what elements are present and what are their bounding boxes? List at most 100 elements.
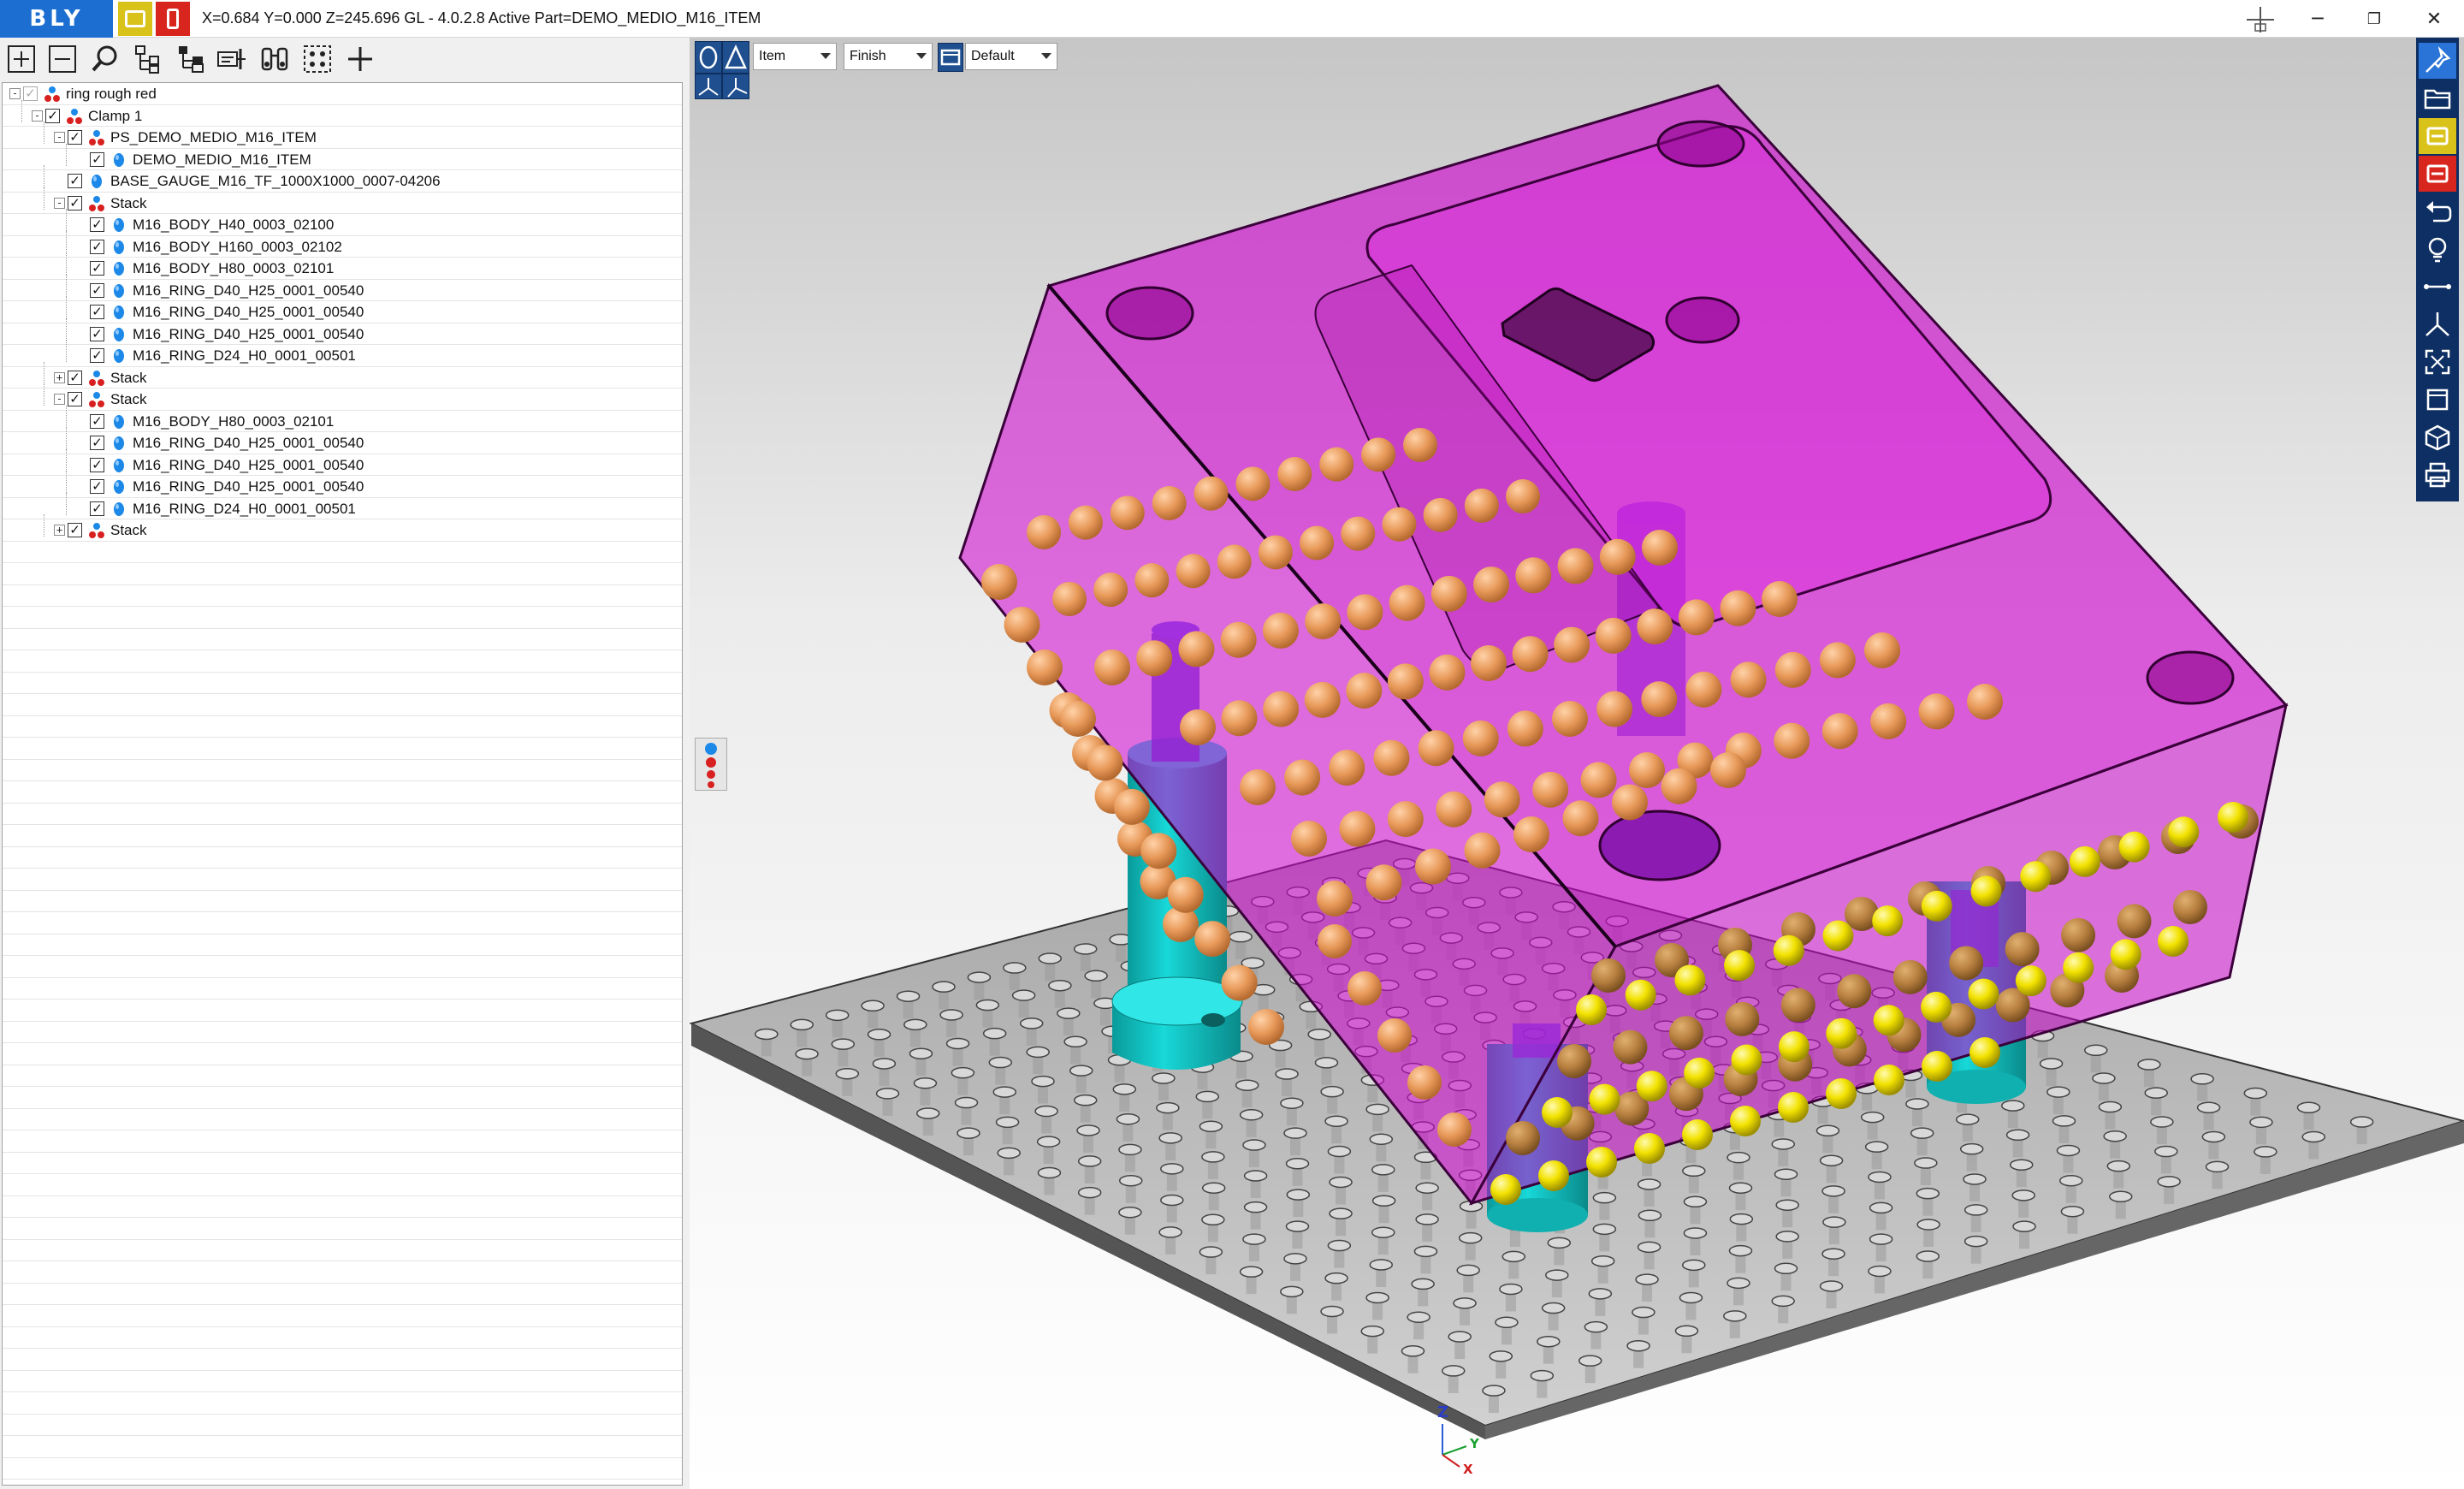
probe-sphere	[1595, 617, 1632, 654]
visibility-checkbox[interactable]: ✓	[23, 86, 38, 101]
visibility-checkbox[interactable]: ✓	[68, 174, 82, 188]
visibility-checkbox[interactable]: ✓	[68, 370, 82, 385]
tree-row[interactable]: ✓ M16_BODY_H80_0003_02101	[3, 405, 682, 432]
pin-button[interactable]	[2419, 43, 2456, 79]
wireframe-button[interactable]	[722, 41, 749, 74]
search-icon	[92, 45, 117, 72]
view-style-select[interactable]: Default	[965, 43, 1057, 70]
visibility-checkbox[interactable]: ✓	[90, 501, 104, 516]
view-side-button[interactable]	[722, 74, 749, 99]
tree-row[interactable]: ✓ DEMO_MEDIO_M16_ITEM	[3, 143, 682, 170]
collapse-icon[interactable]: -	[54, 197, 65, 209]
yellow-toggle-button[interactable]	[2419, 118, 2456, 154]
visibility-checkbox[interactable]: ✓	[68, 130, 82, 145]
print-button[interactable]	[2419, 457, 2456, 493]
tree-row[interactable]: ✓ M16_RING_D40_H25_0001_00540	[3, 274, 682, 301]
tree-connector	[66, 274, 67, 297]
tree-structure-button[interactable]	[130, 41, 166, 77]
visibility-checkbox[interactable]: ✓	[90, 282, 104, 298]
tree-row[interactable]: ✓ M16_BODY_H40_0003_02100	[3, 209, 682, 236]
tree-row[interactable]: ✓ BASE_GAUGE_M16_TF_1000X1000_0007-04206	[3, 165, 682, 193]
add-button[interactable]	[342, 41, 378, 77]
item-select[interactable]: Item	[753, 43, 837, 70]
visibility-checkbox[interactable]: ✓	[90, 413, 104, 429]
cube-view-button[interactable]	[2419, 419, 2456, 455]
shading-button[interactable]	[695, 41, 722, 74]
workpiece-hole	[1665, 296, 1740, 344]
finish-select[interactable]: Finish	[844, 43, 933, 70]
expand-icon[interactable]: +	[54, 371, 65, 383]
expand-icon[interactable]: +	[54, 525, 65, 536]
window-button[interactable]	[2419, 382, 2456, 418]
search-button[interactable]	[87, 41, 123, 77]
visibility-checkbox[interactable]: ✓	[90, 436, 104, 450]
red-mode-button[interactable]	[156, 2, 190, 36]
tree-row[interactable]: - ✓ PS_DEMO_MEDIO_M16_ITEM	[3, 122, 682, 149]
visibility-checkbox[interactable]: ✓	[90, 457, 104, 472]
tree-row[interactable]: ✓ M16_RING_D40_H25_0001_00540	[3, 317, 682, 345]
visibility-checkbox[interactable]: ✓	[90, 217, 104, 232]
open-button[interactable]	[2419, 80, 2456, 116]
collapse-icon[interactable]: -	[32, 110, 43, 122]
tree-row[interactable]: ✓ M16_RING_D24_H0_0001_00501	[3, 340, 682, 367]
scene-canvas[interactable]	[690, 38, 2464, 1489]
tree-row[interactable]: + ✓ Stack	[3, 514, 682, 542]
visibility-checkbox[interactable]: ✓	[90, 326, 104, 341]
yellow-mode-button[interactable]	[118, 2, 152, 36]
minimize-button[interactable]: ─	[2289, 0, 2346, 38]
tree-row[interactable]: ✓ M16_BODY_H80_0003_02101	[3, 252, 682, 280]
tree-move-button[interactable]	[214, 41, 250, 77]
close-button[interactable]: ✕	[2406, 0, 2462, 38]
3d-viewport[interactable]: Z Y X	[690, 38, 2464, 1489]
measure-button[interactable]	[2419, 269, 2456, 305]
collapse-icon[interactable]: -	[54, 394, 65, 405]
maximize-button[interactable]: ❐	[2346, 0, 2402, 38]
probe-sphere	[1136, 640, 1173, 677]
tree-row[interactable]: ✓ M16_RING_D24_H0_0001_00501	[3, 492, 682, 519]
part-stack-toggle[interactable]	[695, 738, 727, 791]
collapse-icon[interactable]: -	[9, 88, 21, 99]
tree-row[interactable]: - ✓ Clamp 1	[3, 99, 682, 127]
expand-all-button[interactable]	[3, 41, 39, 77]
visibility-checkbox[interactable]: ✓	[90, 239, 104, 254]
probe-sphere	[1060, 701, 1096, 737]
probe-sphere	[1819, 642, 1856, 679]
binoculars-button[interactable]	[257, 41, 293, 77]
light-button[interactable]	[2419, 231, 2456, 267]
tree-row[interactable]: - ✓ Stack	[3, 187, 682, 214]
pin-icon	[2426, 46, 2451, 73]
display-button[interactable]	[938, 43, 963, 72]
visibility-checkbox[interactable]: ✓	[90, 305, 104, 319]
collapse-icon[interactable]: -	[54, 132, 65, 143]
tree-row[interactable]: + ✓ Stack	[3, 361, 682, 389]
visibility-checkbox[interactable]: ✓	[90, 348, 104, 363]
view-front-button[interactable]	[695, 74, 722, 99]
visibility-checkbox[interactable]: ✓	[68, 195, 82, 211]
visibility-checkbox[interactable]: ✓	[68, 392, 82, 406]
tree-row[interactable]: ✓ M16_RING_D40_H25_0001_00540	[3, 448, 682, 476]
tree-row[interactable]: ✓ M16_BODY_H160_0003_02102	[3, 230, 682, 258]
tree-row[interactable]: ✓ M16_RING_D40_H25_0001_00540	[3, 427, 682, 454]
probe-sphere	[1027, 515, 1061, 549]
visibility-checkbox[interactable]: ✓	[45, 108, 60, 123]
visibility-checkbox[interactable]: ✓	[90, 479, 104, 494]
tree-row[interactable]: ✓ M16_RING_D40_H25_0001_00540	[3, 471, 682, 498]
assembly-tree[interactable]: - ✓ ring rough red - ✓ Clamp 1- ✓ PS_DEMO_MEDIO…	[2, 82, 683, 1486]
select-points-icon	[304, 45, 331, 73]
axes-button[interactable]	[2419, 306, 2456, 342]
collapse-all-button[interactable]	[44, 41, 80, 77]
red-toggle-button[interactable]	[2419, 156, 2456, 192]
tree-row[interactable]: - ✓ ring rough red	[3, 83, 682, 105]
fit-view-button[interactable]	[2419, 344, 2456, 380]
visibility-checkbox[interactable]: ✓	[90, 261, 104, 276]
undo-button[interactable]	[2419, 193, 2456, 229]
probe-sphere	[1612, 784, 1648, 821]
tree-row[interactable]: ✓ M16_RING_D40_H25_0001_00540	[3, 296, 682, 323]
tree-row[interactable]: - ✓ Stack	[3, 383, 682, 411]
select-points-button[interactable]	[299, 41, 335, 77]
visibility-checkbox[interactable]: ✓	[90, 151, 104, 167]
tree-add-button[interactable]	[173, 41, 209, 77]
probe-sphere	[1684, 1057, 1715, 1089]
visibility-checkbox[interactable]: ✓	[68, 523, 82, 537]
probe-sphere	[1554, 626, 1590, 663]
